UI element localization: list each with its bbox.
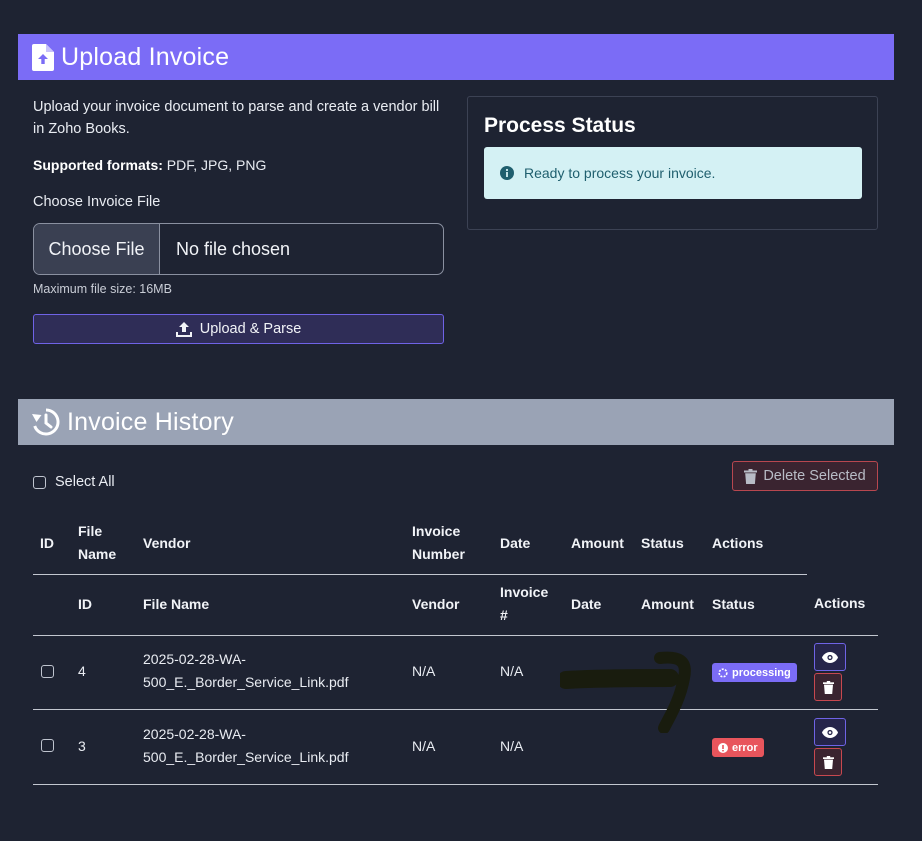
status-badge-label: error: [732, 741, 758, 754]
supported-formats-value: PDF, JPG, PNG: [166, 157, 267, 173]
spinner-icon: [718, 667, 728, 678]
eye-icon: [822, 726, 838, 738]
header1-date: Date: [500, 535, 531, 551]
upload-icon: [175, 321, 192, 337]
status-badge: processing: [712, 663, 797, 682]
eye-icon: [822, 651, 838, 663]
trash-icon: [744, 468, 758, 484]
file-upload-icon: [32, 43, 54, 71]
max-file-size-note: Maximum file size: 16MB: [33, 282, 172, 296]
delete-selected-label: Delete Selected: [763, 468, 866, 484]
header2-vendor: Vendor: [412, 596, 460, 612]
invoice-file-input[interactable]: Choose File No file chosen: [33, 223, 444, 275]
header2-id: ID: [78, 596, 92, 612]
header1-invoice-number: Invoice Number: [412, 523, 465, 562]
upload-invoice-title: Upload Invoice: [61, 42, 230, 71]
row-divider: [33, 784, 878, 785]
row-vendor: N/A: [412, 738, 436, 754]
supported-formats: Supported formats: PDF, JPG, PNG: [33, 157, 266, 173]
upload-parse-label: Upload & Parse: [199, 321, 302, 337]
header2-amount: Amount: [641, 596, 694, 612]
header1-vendor: Vendor: [143, 535, 191, 551]
header1-actions: Actions: [712, 535, 764, 551]
process-status-title: Process Status: [484, 114, 636, 137]
header1-id: ID: [40, 535, 54, 551]
annotation-arrow-scribble: [560, 651, 691, 733]
header2-file-name: File Name: [143, 596, 210, 612]
view-button[interactable]: [814, 643, 846, 671]
process-status-card: Process Status Ready to process your inv…: [467, 96, 878, 230]
supported-formats-label: Supported formats:: [33, 157, 163, 173]
row-file-name: 2025-02-28-WA-500_E._Border_Service_Link…: [143, 651, 349, 690]
row-divider: [33, 709, 878, 710]
trash-icon: [822, 680, 834, 694]
upload-invoice-header: Upload Invoice: [18, 34, 894, 80]
delete-row-button[interactable]: [814, 673, 842, 701]
history-icon: [32, 408, 60, 436]
header2-date: Date: [571, 596, 602, 612]
status-message: Ready to process your invoice.: [524, 165, 716, 181]
header2-invoice-number: Invoice #: [500, 584, 549, 623]
header1-divider: [33, 574, 807, 575]
delete-selected-button[interactable]: Delete Selected: [732, 461, 878, 491]
header1-status: Status: [641, 535, 684, 551]
header1-amount: Amount: [571, 535, 624, 551]
upload-parse-button[interactable]: Upload & Parse: [33, 314, 444, 344]
delete-row-button[interactable]: [814, 748, 842, 776]
upload-description: Upload your invoice document to parse an…: [33, 99, 440, 137]
row-checkbox[interactable]: [41, 739, 54, 752]
invoice-history-title: Invoice History: [67, 407, 234, 436]
select-all[interactable]: Select All: [33, 474, 115, 490]
exclamation-icon: [718, 742, 728, 753]
select-all-label: Select All: [55, 474, 115, 490]
select-all-checkbox[interactable]: [33, 475, 46, 489]
row-vendor: N/A: [412, 663, 436, 679]
view-button[interactable]: [814, 718, 846, 746]
file-name-display: No file chosen: [176, 238, 291, 259]
row-invoice-number: N/A: [500, 663, 524, 679]
status-badge: error: [712, 738, 764, 757]
invoice-history-header: Invoice History: [18, 399, 894, 445]
header2-divider: [33, 635, 878, 636]
row-id: 3: [78, 738, 86, 754]
status-alert: Ready to process your invoice.: [484, 147, 862, 199]
choose-file-button[interactable]: Choose File: [34, 224, 160, 274]
choose-file-label: Choose Invoice File: [33, 194, 161, 210]
row-checkbox[interactable]: [41, 665, 54, 678]
header2-status: Status: [712, 596, 755, 612]
status-badge-label: processing: [732, 666, 791, 679]
row-invoice-number: N/A: [500, 738, 524, 754]
header2-actions: Actions: [814, 595, 866, 611]
header1-file-name: File Name: [78, 523, 117, 562]
trash-icon: [822, 755, 834, 769]
info-icon: [500, 166, 514, 180]
row-id: 4: [78, 663, 86, 679]
row-file-name: 2025-02-28-WA-500_E._Border_Service_Link…: [143, 726, 349, 765]
